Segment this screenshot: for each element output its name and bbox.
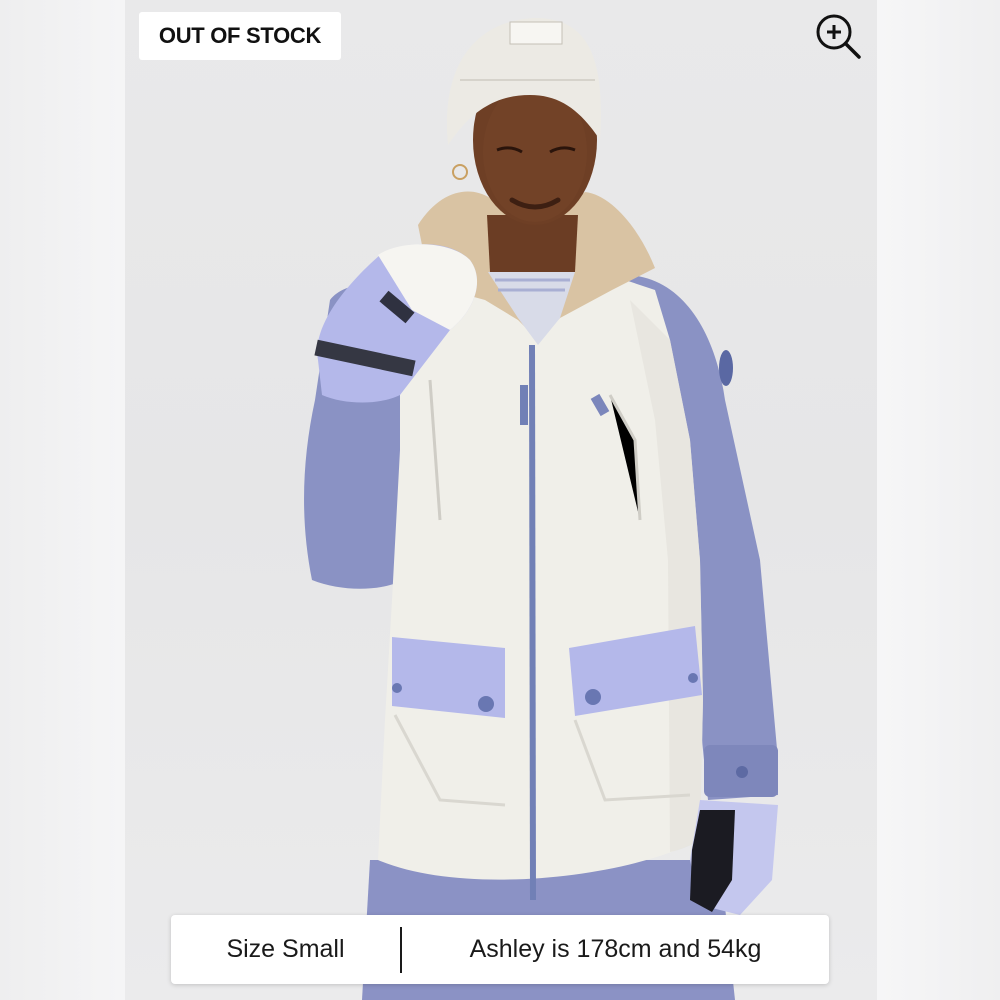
- product-photo[interactable]: [125, 0, 877, 1000]
- beanie-label: [509, 21, 563, 45]
- jacket-zipper: [529, 344, 536, 901]
- model-measurements-label: Ashley is 178cm and 54kg: [469, 935, 762, 963]
- model-size-label: Size Small: [226, 935, 345, 963]
- model-info-bar: Size Small Ashley is 178cm and 54kg: [171, 915, 829, 984]
- zoom-in-icon[interactable]: [812, 10, 864, 62]
- out-of-stock-badge: OUT OF STOCK: [139, 12, 341, 60]
- product-image-viewer: OUT OF STOCK Size Small Ashley is 178cm …: [0, 0, 1000, 1000]
